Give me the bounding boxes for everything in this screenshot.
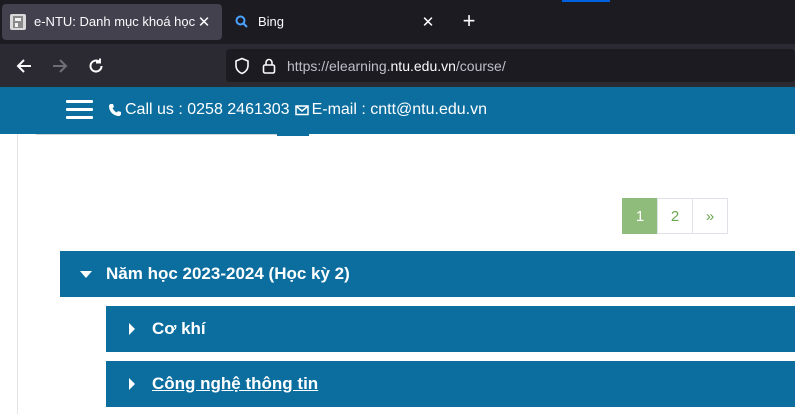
site-header-bar: Call us : 0258 2461303 E-mail : cntt@ntu…	[0, 87, 795, 134]
category-cong-nghe-thong-tin[interactable]: Công nghệ thông tin	[106, 361, 795, 407]
back-button[interactable]	[10, 52, 38, 80]
category-label[interactable]: Công nghệ thông tin	[152, 374, 318, 394]
close-tab-icon[interactable]: ✕	[418, 12, 438, 32]
shield-icon[interactable]	[233, 57, 251, 75]
lock-icon[interactable]	[260, 57, 278, 75]
email-text: E-mail : cntt@ntu.edu.vn	[311, 101, 488, 118]
url-host: ntu.edu.vn	[390, 58, 456, 74]
menu-icon[interactable]	[66, 100, 94, 120]
ntu-favicon-icon	[10, 14, 26, 30]
caret-right-icon	[129, 323, 135, 335]
url-path: /course/	[455, 58, 506, 74]
arrow-left-icon	[16, 59, 31, 73]
tab-title: Bing	[258, 14, 285, 29]
caret-right-icon	[129, 378, 135, 390]
close-tab-icon[interactable]: ✕	[194, 12, 214, 32]
new-tab-button[interactable]: +	[458, 10, 480, 33]
forward-button[interactable]	[46, 52, 74, 80]
page-content: Call us : 0258 2461303 E-mail : cntt@ntu…	[0, 87, 795, 414]
search-icon	[235, 15, 248, 28]
envelope-icon	[294, 105, 309, 116]
search-input-edge	[36, 134, 277, 135]
next-page-button[interactable]: »	[692, 198, 728, 234]
search-button-edge	[277, 134, 309, 136]
browser-navbar: https://elearning.ntu.edu.vn/course/	[0, 44, 795, 87]
contact-info: Call us : 0258 2461303 E-mail : cntt@ntu…	[108, 101, 487, 119]
reload-icon	[89, 58, 103, 73]
content-border	[17, 134, 18, 414]
address-bar[interactable]: https://elearning.ntu.edu.vn/course/	[226, 49, 795, 82]
arrow-right-icon	[53, 59, 68, 73]
category-nam-hoc-2023-2024[interactable]: Năm học 2023-2024 (Học kỳ 2)	[60, 251, 795, 297]
pagination: 1 2 »	[622, 198, 728, 235]
url-prefix: https://elearning.	[287, 58, 391, 74]
url-text[interactable]: https://elearning.ntu.edu.vn/course/	[287, 58, 506, 74]
category-label: Năm học 2023-2024 (Học kỳ 2)	[106, 264, 350, 283]
category-label: Cơ khí	[152, 319, 206, 338]
browser-tab-strip: e-NTU: Danh mục khoá học ✕ Bing ✕ +	[0, 0, 795, 44]
tab-strip-accent	[562, 0, 610, 2]
page-2-button[interactable]: 2	[657, 198, 693, 234]
tab-title: e-NTU: Danh mục khoá học	[34, 14, 196, 29]
category-co-khi[interactable]: Cơ khí	[106, 306, 795, 352]
page-1-button[interactable]: 1	[622, 198, 658, 234]
call-us-text: Call us : 0258 2461303	[125, 101, 290, 118]
tab-e-ntu[interactable]: e-NTU: Danh mục khoá học ✕	[2, 4, 222, 40]
caret-down-icon	[80, 270, 92, 278]
phone-icon	[109, 104, 121, 116]
reload-button[interactable]	[82, 52, 110, 80]
tab-bing[interactable]: Bing ✕	[226, 4, 446, 40]
